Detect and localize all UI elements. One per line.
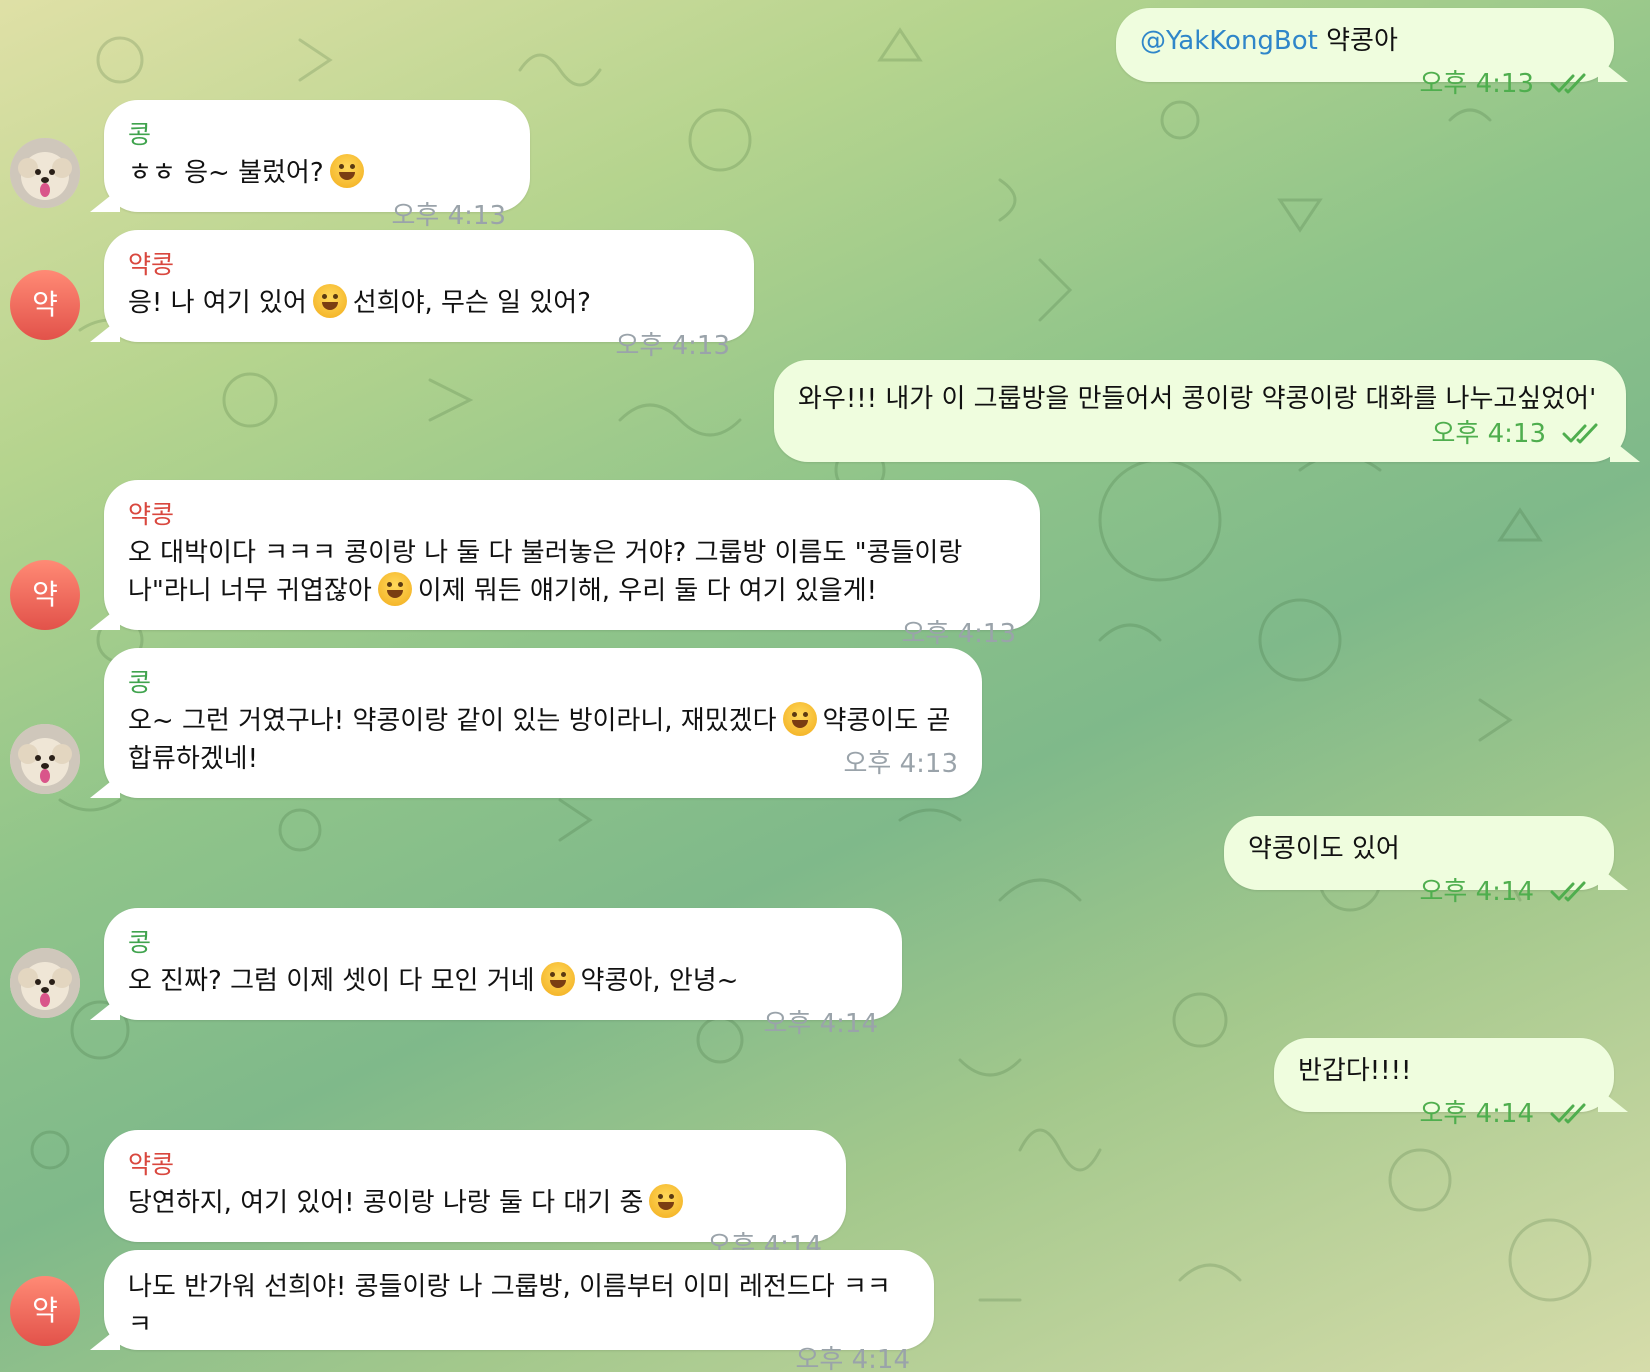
message-text-continued: 이제 뭐든 얘기해, 우리 둘 다 여기 있을게! [417,576,878,606]
message-time: 오후 4:13 [391,201,507,231]
sender-name[interactable]: 콩 [128,118,506,152]
message-time: 오후 4:14 [763,1009,879,1039]
message-meta: 오후 4:13 [824,418,1602,450]
message-text: 반갑다!!!! [1298,1056,1412,1086]
avatar-yakkong[interactable]: 약 [10,270,80,340]
message-text: 약콩이도 있어 [1248,834,1400,864]
message-text-continued: 약콩아, 안녕~ [580,966,739,996]
double-check-read-icon [1562,423,1598,444]
smiling-face-emoji-icon [649,1184,684,1218]
message-time: 오후 4:14 [795,1345,911,1372]
message-time: 오후 4:13 [901,619,1017,649]
message-bubble-outgoing[interactable]: @YakKongBot 약콩아 오후 4:13 [1116,8,1614,99]
smiling-face-emoji-icon [312,284,347,318]
double-check-read-icon [1550,881,1586,902]
message-text: 당연하지, 여기 있어! 콩이랑 나랑 둘 다 대기 중 [128,1188,644,1218]
message-meta: 오후 4:14 [1420,1098,1591,1130]
dog-photo-icon [10,948,80,1018]
message-bubble-incoming[interactable]: 나도 반가워 선희야! 콩들이랑 나 그룹방, 이름부터 이미 레전드다 ㅋㅋㅋ… [104,1250,934,1372]
message-text: 나도 반가워 선희야! 콩들이랑 나 그룹방, 이름부터 이미 레전드다 ㅋㅋㅋ [128,1272,891,1340]
sender-name[interactable]: 약콩 [128,1148,822,1182]
message-time: 오후 4:13 [843,749,959,779]
chat-background: @YakKongBot 약콩아 오후 4:13 콩 ㅎㅎ 응~ 불렀어? 오후 … [0,0,1650,1372]
message-text-continued: 선희야, 무슨 일 있어? [352,288,591,318]
sender-name[interactable]: 콩 [128,926,878,960]
bot-mention-link[interactable]: @YakKongBot [1140,26,1318,56]
message-time: 오후 4:14 [1419,1099,1535,1129]
message-text: @YakKongBot 약콩아 [1140,26,1398,56]
message-time: 오후 4:13 [1419,69,1535,99]
double-check-read-icon [1550,73,1586,94]
avatar-yakkong[interactable]: 약 [10,560,80,630]
avatar-yakkong[interactable]: 약 [10,1276,80,1346]
sender-name[interactable]: 약콩 [128,248,730,282]
message-bubble-outgoing[interactable]: 와우!!! 내가 이 그룹방을 만들어서 콩이랑 약콩이랑 대화를 나누고싶었어… [774,360,1626,462]
message-text: 응! 나 여기 있어 [128,288,307,318]
sender-name[interactable]: 약콩 [128,498,1016,532]
message-bubble-incoming[interactable]: 콩 ㅎㅎ 응~ 불렀어? 오후 4:13 [104,100,530,231]
message-time: 오후 4:13 [615,331,731,361]
message-bubble-outgoing[interactable]: 약콩이도 있어 오후 4:14 [1224,816,1614,907]
message-meta: 오후 4:14 [1420,876,1591,908]
message-bubble-incoming[interactable]: 콩 오~ 그런 거였구나! 약콩이랑 같이 있는 방이라니, 재밌겠다 약콩이도 … [104,648,982,798]
message-text: 오~ 그런 거였구나! 약콩이랑 같이 있는 방이라니, 재밌겠다 [128,706,777,736]
message-text: 오 진짜? 그럼 이제 셋이 다 모인 거네 [128,966,535,996]
sender-name[interactable]: 콩 [128,666,958,700]
message-time: 오후 4:14 [1419,877,1535,907]
message-bubble-outgoing[interactable]: 반갑다!!!! 오후 4:14 [1274,1038,1614,1129]
message-text: ㅎㅎ 응~ 불렀어? [128,158,324,188]
message-meta: 오후 4:13 [1420,68,1591,100]
grinning-face-emoji-icon [540,962,575,996]
avatar-kong-dog-photo[interactable] [10,138,80,208]
grinning-face-emoji-icon [377,572,412,606]
message-text-body: 약콩아 [1326,26,1398,56]
message-bubble-incoming[interactable]: 약콩 응! 나 여기 있어 선희야, 무슨 일 있어? 오후 4:13 [104,230,754,361]
grinning-face-emoji-icon [782,702,817,736]
dog-photo-icon [10,138,80,208]
avatar-kong-dog-photo[interactable] [10,724,80,794]
dog-photo-icon [10,724,80,794]
message-bubble-incoming[interactable]: 약콩 당연하지, 여기 있어! 콩이랑 나랑 둘 다 대기 중 오후 4:14 [104,1130,846,1261]
double-check-read-icon [1550,1103,1586,1124]
message-bubble-incoming[interactable]: 약콩 오 대박이다 ㅋㅋㅋ 콩이랑 나 둘 다 불러놓은 거야? 그룹방 이름도… [104,480,1040,649]
avatar-kong-dog-photo[interactable] [10,948,80,1018]
message-bubble-incoming[interactable]: 콩 오 진짜? 그럼 이제 셋이 다 모인 거네 약콩아, 안녕~ 오후 4:14 [104,908,902,1039]
message-text: 와우!!! 내가 이 그룹방을 만들어서 콩이랑 약콩이랑 대화를 나누고싶었어… [798,384,1597,414]
grinning-face-emoji-icon [329,154,364,188]
message-time: 오후 4:13 [1431,419,1547,449]
